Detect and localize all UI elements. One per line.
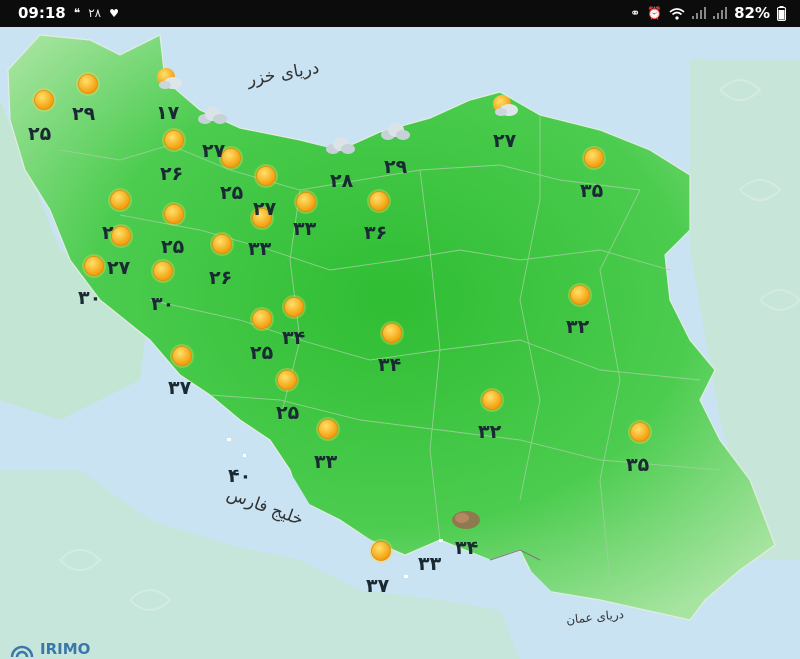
sun-icon xyxy=(316,417,340,441)
temperature-label: ۲۷ xyxy=(253,198,277,220)
temperature-label: ۱۷ xyxy=(156,102,180,124)
sun-icon xyxy=(170,344,194,368)
temperature-label: ۳۳ xyxy=(314,451,338,473)
weather-map: دریای خزر خلیج فارس دریای عمان ۲۵ ۲۹ ۱۷ ۲۷ ۲… xyxy=(0,27,800,659)
sun-icon xyxy=(582,146,606,170)
status-bar: 09:18 ❝ ۲۸ ♥ ⚭ ⏰ 82% xyxy=(0,0,800,27)
sun-icon xyxy=(210,232,234,256)
battery-icon xyxy=(777,5,786,21)
temperature-label: ۳۳ xyxy=(293,218,317,240)
sun-icon xyxy=(108,188,132,212)
temperature-label: ۳۶ xyxy=(364,222,388,244)
sun-icon xyxy=(294,190,318,214)
dust-icon xyxy=(452,511,480,529)
sun-icon xyxy=(367,189,391,213)
sun-icon xyxy=(151,259,175,283)
temperature-label: ۲۹ xyxy=(384,156,408,178)
temperature-label: ۳۲ xyxy=(478,421,502,443)
sun-icon xyxy=(76,72,100,96)
irimo-logo-text: IRIMO xyxy=(40,640,91,658)
notification-count: ۲۸ xyxy=(88,6,102,20)
temperature-label: ۲۷ xyxy=(493,130,517,152)
sun-icon xyxy=(254,164,278,188)
temperature-label: ۳۷ xyxy=(366,575,390,597)
temperature-label: ۲۶ xyxy=(209,267,233,289)
battery-percent: 82% xyxy=(734,4,770,22)
wifi-icon xyxy=(669,7,685,20)
sun-icon xyxy=(162,202,186,226)
sun-icon xyxy=(480,388,504,412)
temperature-label: ۳۳ xyxy=(418,553,442,575)
key-icon: ⚭ xyxy=(630,6,641,20)
temperature-label: ۳۴ xyxy=(455,537,479,559)
sun-icon xyxy=(282,295,306,319)
temperature-label: ۲۵ xyxy=(250,342,274,364)
sun-icon xyxy=(250,307,274,331)
irimo-logo: IRIMO xyxy=(8,639,90,659)
temperature-label: ۳۳ xyxy=(248,238,272,260)
temperature-label: ۲۷ xyxy=(202,140,226,162)
map-canvas xyxy=(0,27,800,659)
notification-icon: ❝ xyxy=(73,6,81,20)
sun-icon xyxy=(162,128,186,152)
alarm-icon: ⏰ xyxy=(647,6,663,20)
sun-icon xyxy=(380,321,404,345)
sun-icon xyxy=(568,283,592,307)
temperature-label: ۲ xyxy=(102,222,114,244)
sun-icon xyxy=(275,368,299,392)
temperature-label: ۳۰ xyxy=(78,287,102,309)
temperature-label: ۲۶ xyxy=(160,163,184,185)
temperature-label: ۲۷ xyxy=(107,257,131,279)
temperature-label: ۴۰ xyxy=(228,465,252,487)
temperature-label: ۲۵ xyxy=(276,402,300,424)
temperature-label: ۲۵ xyxy=(220,182,244,204)
temperature-label: ۲۹ xyxy=(72,103,96,125)
temperature-label: ۳۴ xyxy=(378,354,402,376)
temperature-label: ۳۲ xyxy=(566,316,590,338)
temperature-label: ۳۵ xyxy=(626,454,650,476)
sun-icon xyxy=(32,88,56,112)
sun-icon xyxy=(369,539,393,563)
app-notification-icon: ♥ xyxy=(109,6,119,20)
temperature-label: ۳۰ xyxy=(151,293,175,315)
signal-icon xyxy=(692,7,707,19)
temperature-label: ۲۵ xyxy=(161,236,185,258)
signal-icon-2 xyxy=(713,7,728,19)
temperature-label: ۲۵ xyxy=(28,123,52,145)
irimo-logo-icon xyxy=(10,645,34,658)
temperature-label: ۲۸ xyxy=(330,170,354,192)
sun-icon xyxy=(628,420,652,444)
status-time: 09:18 xyxy=(18,4,66,22)
temperature-label: ۳۴ xyxy=(282,327,306,349)
temperature-label: ۳۵ xyxy=(580,180,604,202)
temperature-label: ۳۷ xyxy=(168,377,192,399)
sun-icon xyxy=(82,254,106,278)
